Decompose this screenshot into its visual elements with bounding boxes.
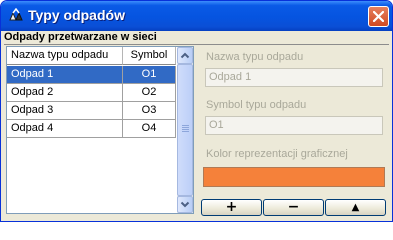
list-row[interactable]: Odpad 1 O1 — [7, 66, 177, 84]
column-header-symbol[interactable]: Symbol — [123, 47, 176, 65]
list-row[interactable]: Odpad 2 O2 — [7, 84, 177, 102]
symbol-field[interactable]: O1 — [205, 116, 383, 135]
waste-type-list[interactable]: Nazwa typu odpadu Symbol Odpad 1 O1 Odpa… — [6, 46, 194, 214]
vertical-scrollbar[interactable] — [177, 47, 193, 213]
triangle-up-icon: ▲ — [351, 202, 360, 213]
section-divider — [4, 44, 389, 45]
plus-icon: + — [225, 199, 238, 215]
cell-symbol: O4 — [123, 120, 176, 138]
section-title: Odpady przetwarzane w sieci — [4, 31, 389, 43]
add-button[interactable]: + — [201, 199, 262, 216]
scroll-thumb[interactable] — [177, 64, 193, 196]
chevron-up-icon — [180, 52, 190, 59]
list-row[interactable]: Odpad 4 O4 — [7, 120, 177, 138]
dialog-window: Typy odpadów Odpady przetwarzane w sieci… — [0, 0, 393, 222]
cell-name: Odpad 1 — [7, 66, 123, 84]
name-field[interactable]: Odpad 1 — [205, 68, 383, 87]
symbol-field-label: Symbol typu odpadu — [206, 99, 307, 111]
section-title-label: Odpady przetwarzane w sieci — [4, 31, 157, 43]
color-field-label: Kolor reprezentacji graficznej — [206, 148, 348, 160]
list-row[interactable]: Odpad 3 O3 — [7, 102, 177, 120]
chevron-down-icon — [180, 201, 190, 208]
scroll-up-button[interactable] — [177, 47, 193, 64]
cell-symbol: O2 — [123, 84, 176, 102]
cell-symbol: O3 — [123, 102, 176, 120]
cell-name: Odpad 3 — [7, 102, 123, 120]
window-title: Typy odpadów — [28, 7, 125, 23]
recycle-icon — [7, 7, 25, 24]
color-swatch[interactable] — [203, 167, 385, 187]
cell-name: Odpad 2 — [7, 84, 123, 102]
cell-name: Odpad 4 — [7, 120, 123, 138]
scroll-down-button[interactable] — [177, 196, 193, 213]
move-up-button[interactable]: ▲ — [325, 199, 386, 216]
minus-icon: − — [287, 199, 300, 215]
remove-button[interactable]: − — [263, 199, 324, 216]
name-field-label: Nazwa typu odpadu — [206, 51, 304, 63]
close-icon — [373, 11, 384, 22]
column-header-name[interactable]: Nazwa typu odpadu — [7, 47, 123, 65]
close-button[interactable] — [368, 6, 389, 27]
title-bar[interactable]: Typy odpadów — [1, 1, 392, 31]
cell-symbol: O1 — [123, 66, 176, 84]
